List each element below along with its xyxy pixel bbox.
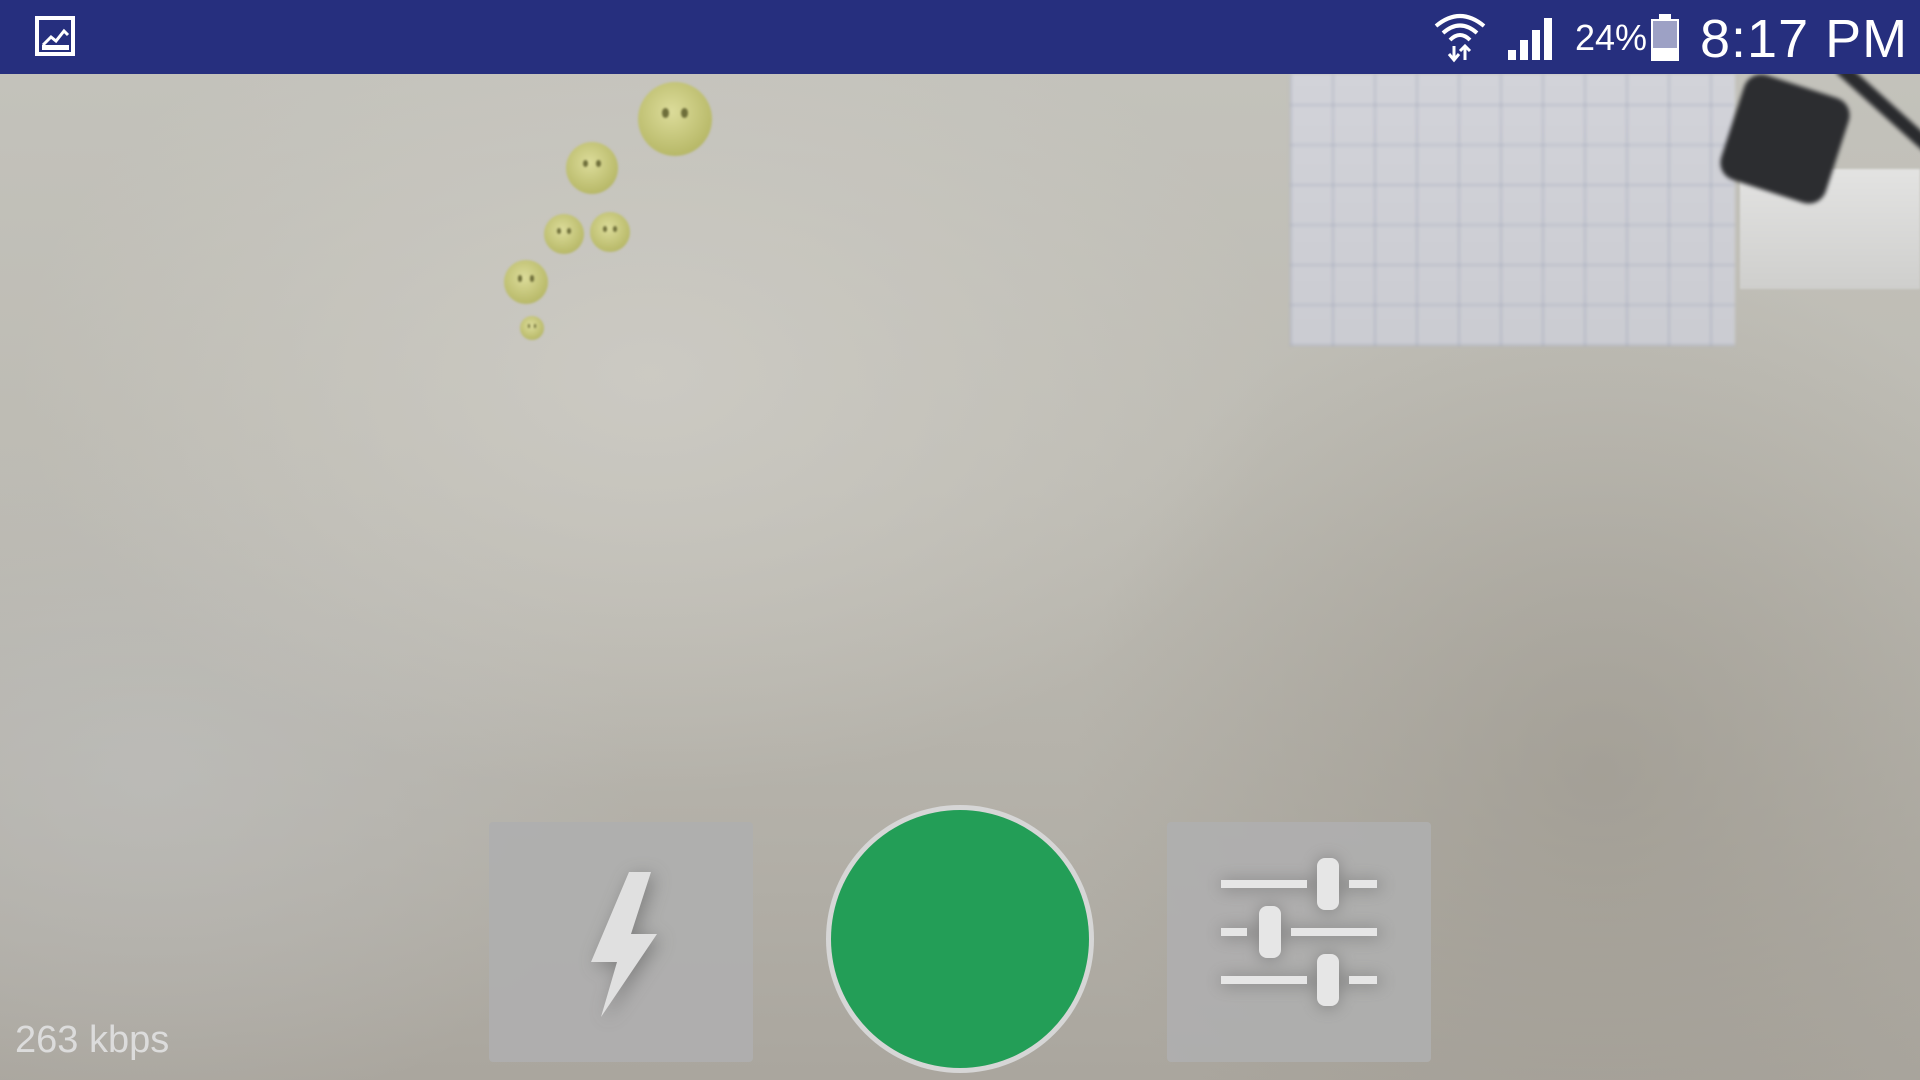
smiley-sticker — [566, 142, 618, 194]
status-bar: 24% 8:17 PM — [0, 0, 1920, 74]
sliders-settings-icon — [1221, 858, 1381, 1008]
record-icon — [831, 810, 1089, 1068]
smiley-sticker — [520, 316, 544, 340]
flash-button[interactable] — [489, 822, 753, 1062]
camera-screen: 24% 8:17 PM 263 kbps — [0, 0, 1920, 1080]
wifi-icon — [1432, 10, 1488, 64]
smiley-sticker — [544, 214, 584, 254]
gallery-notification-icon — [34, 15, 76, 57]
settings-button[interactable] — [1167, 822, 1431, 1062]
smiley-sticker — [638, 82, 712, 156]
clock: 8:17 PM — [1700, 9, 1909, 69]
record-button[interactable] — [826, 805, 1094, 1073]
smiley-sticker — [504, 260, 548, 304]
bitrate-label: 263 kbps — [15, 1019, 170, 1061]
flash-icon — [591, 872, 661, 1021]
paper-sheet-background — [1290, 74, 1735, 346]
smiley-sticker — [590, 212, 630, 252]
battery-icon — [1650, 12, 1680, 62]
battery-percentage: 24% — [1575, 17, 1648, 58]
cable-background — [1835, 74, 1920, 180]
cell-signal-icon — [1506, 12, 1558, 62]
